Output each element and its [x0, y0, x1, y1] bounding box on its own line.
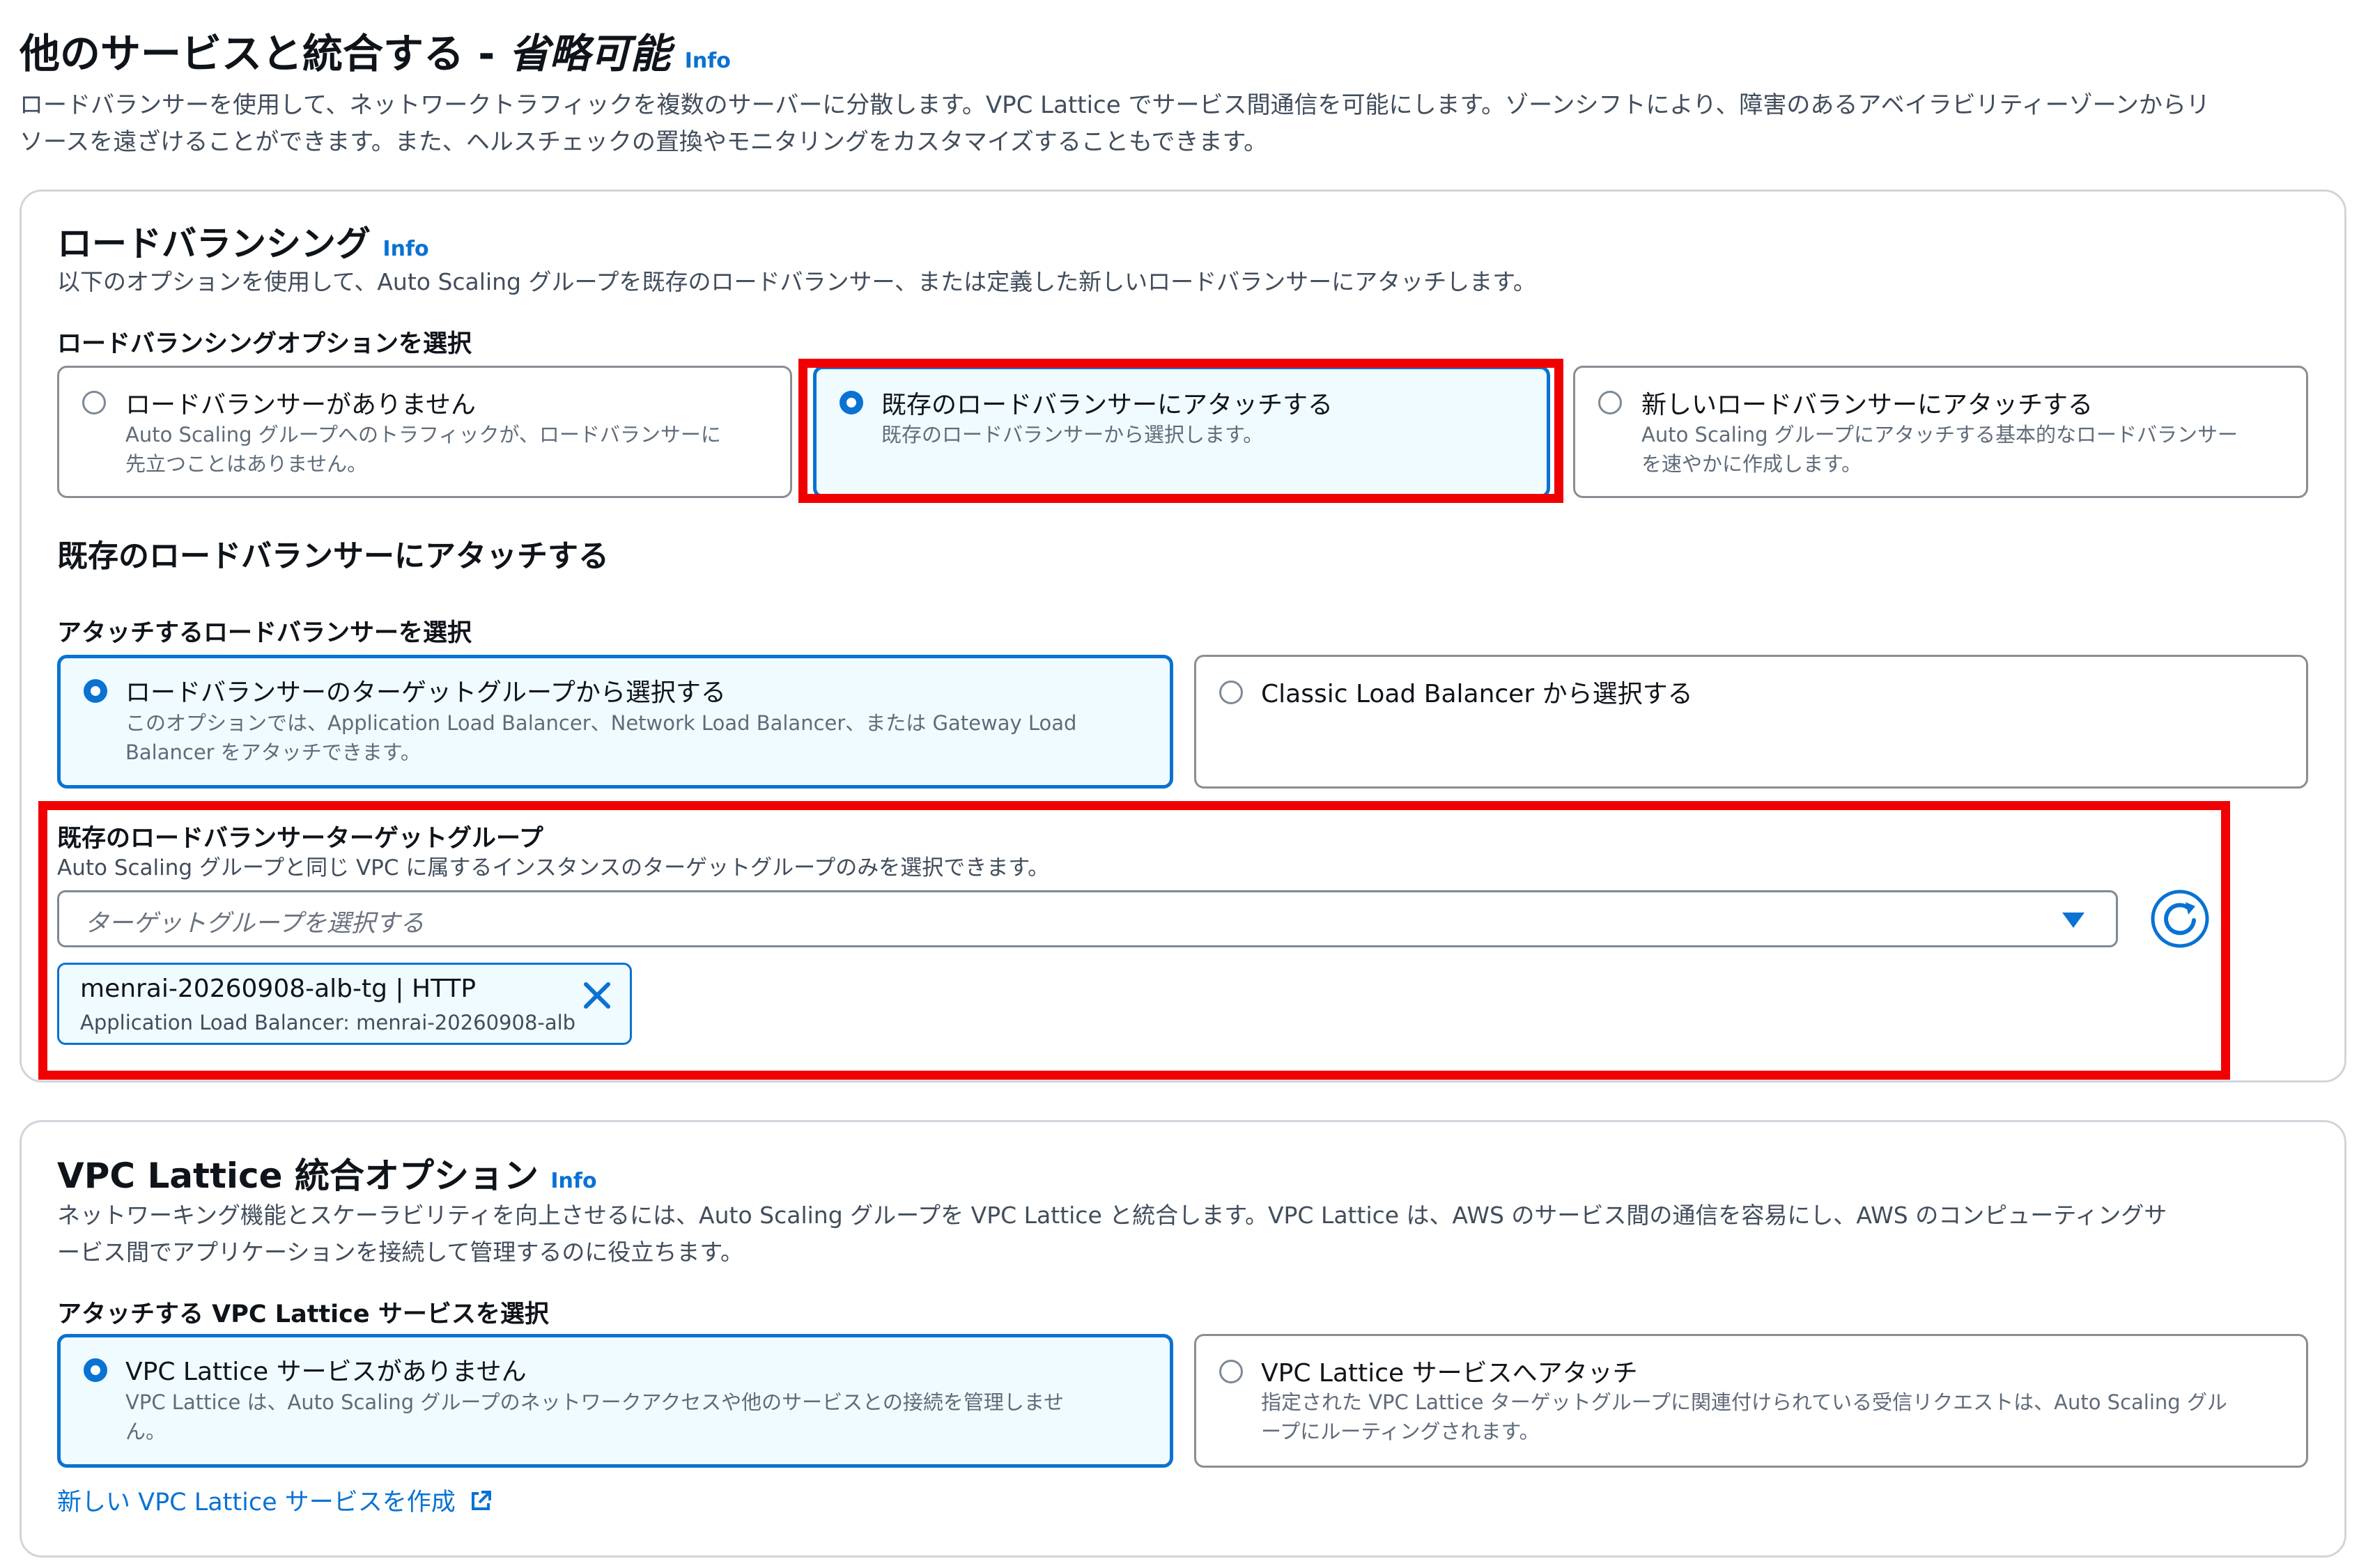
vpc-lattice-description: ネットワーキング機能とスケーラビリティを向上させるには、Auto Scaling…	[57, 1202, 2167, 1266]
radio-attach-classic-lb[interactable]	[1219, 681, 1243, 704]
highlight-box-target-group	[38, 801, 2230, 1080]
lb-option-new-desc: Auto Scaling グループにアタッチする基本的なロードバランサー を速や…	[1641, 423, 2238, 476]
create-vpc-lattice-link[interactable]: 新しい VPC Lattice サービスを作成	[57, 1482, 493, 1518]
radio-lb-new[interactable]	[1598, 391, 1622, 414]
radio-attach-target-group[interactable]	[84, 679, 107, 703]
load-balancing-options-label: ロードバランシングオプションを選択	[57, 330, 472, 358]
attach-option-target-group-desc: このオプションでは、Application Load Balancer、Netw…	[125, 711, 1077, 764]
radio-vpc-none[interactable]	[84, 1358, 107, 1382]
radio-vpc-attach[interactable]	[1219, 1360, 1243, 1383]
load-balancing-heading: ロードバランシング Info	[57, 224, 429, 264]
attach-option-classic-lb-title: Classic Load Balancer から選択する	[1261, 680, 1693, 708]
attach-existing-heading: 既存のロードバランサーにアタッチする	[57, 538, 609, 574]
vpc-lattice-options-label: アタッチする VPC Lattice サービスを選択	[57, 1301, 549, 1328]
highlight-box-lb-existing	[798, 359, 1563, 503]
vpc-option-attach-title: VPC Lattice サービスへアタッチ	[1261, 1359, 1638, 1388]
vpc-option-none-title: VPC Lattice サービスがありません	[125, 1358, 527, 1386]
info-link[interactable]: Info	[685, 49, 731, 73]
vpc-option-none[interactable]: VPC Lattice サービスがありません VPC Lattice は、Aut…	[57, 1334, 1173, 1468]
attach-lb-label: アタッチするロードバランサーを選択	[57, 619, 472, 647]
attach-option-target-group[interactable]: ロードバランサーのターゲットグループから選択する このオプションでは、Appli…	[57, 655, 1173, 789]
vpc-option-none-desc: VPC Lattice は、Auto Scaling グループのネットワークアク…	[125, 1390, 1064, 1443]
lb-option-new[interactable]: 新しいロードバランサーにアタッチする Auto Scaling グループにアタッ…	[1573, 366, 2308, 498]
radio-lb-none[interactable]	[82, 391, 106, 414]
external-link-icon	[471, 1491, 491, 1510]
attach-option-target-group-title: ロードバランサーのターゲットグループから選択する	[125, 678, 726, 707]
lb-option-none[interactable]: ロードバランサーがありません Auto Scaling グループへのトラフィック…	[57, 366, 792, 498]
load-balancing-description: 以下のオプションを使用して、Auto Scaling グループを既存のロードバラ…	[57, 268, 1536, 295]
page-description: ロードバランサーを使用して、ネットワークトラフィックを複数のサーバーに分散します…	[20, 91, 2210, 156]
lb-option-none-desc: Auto Scaling グループへのトラフィックが、ロードバランサーに 先立つ…	[125, 423, 721, 476]
optional-label: 省略可能	[509, 30, 671, 77]
page-title: 他のサービスと統合する - 省略可能 Info	[20, 30, 731, 77]
lb-option-none-title: ロードバランサーがありません	[125, 391, 476, 419]
vpc-lattice-info-link[interactable]: Info	[550, 1169, 596, 1193]
vpc-option-attach-desc: 指定された VPC Lattice ターゲットグループに関連付けられている受信リ…	[1261, 1390, 2227, 1443]
vpc-lattice-heading: VPC Lattice 統合オプション Info	[57, 1156, 597, 1196]
load-balancing-info-link[interactable]: Info	[382, 237, 428, 261]
attach-option-classic-lb[interactable]: Classic Load Balancer から選択する	[1194, 655, 2308, 789]
vpc-option-attach[interactable]: VPC Lattice サービスへアタッチ 指定された VPC Lattice …	[1194, 1334, 2308, 1468]
lb-option-new-title: 新しいロードバランサーにアタッチする	[1641, 391, 2094, 419]
